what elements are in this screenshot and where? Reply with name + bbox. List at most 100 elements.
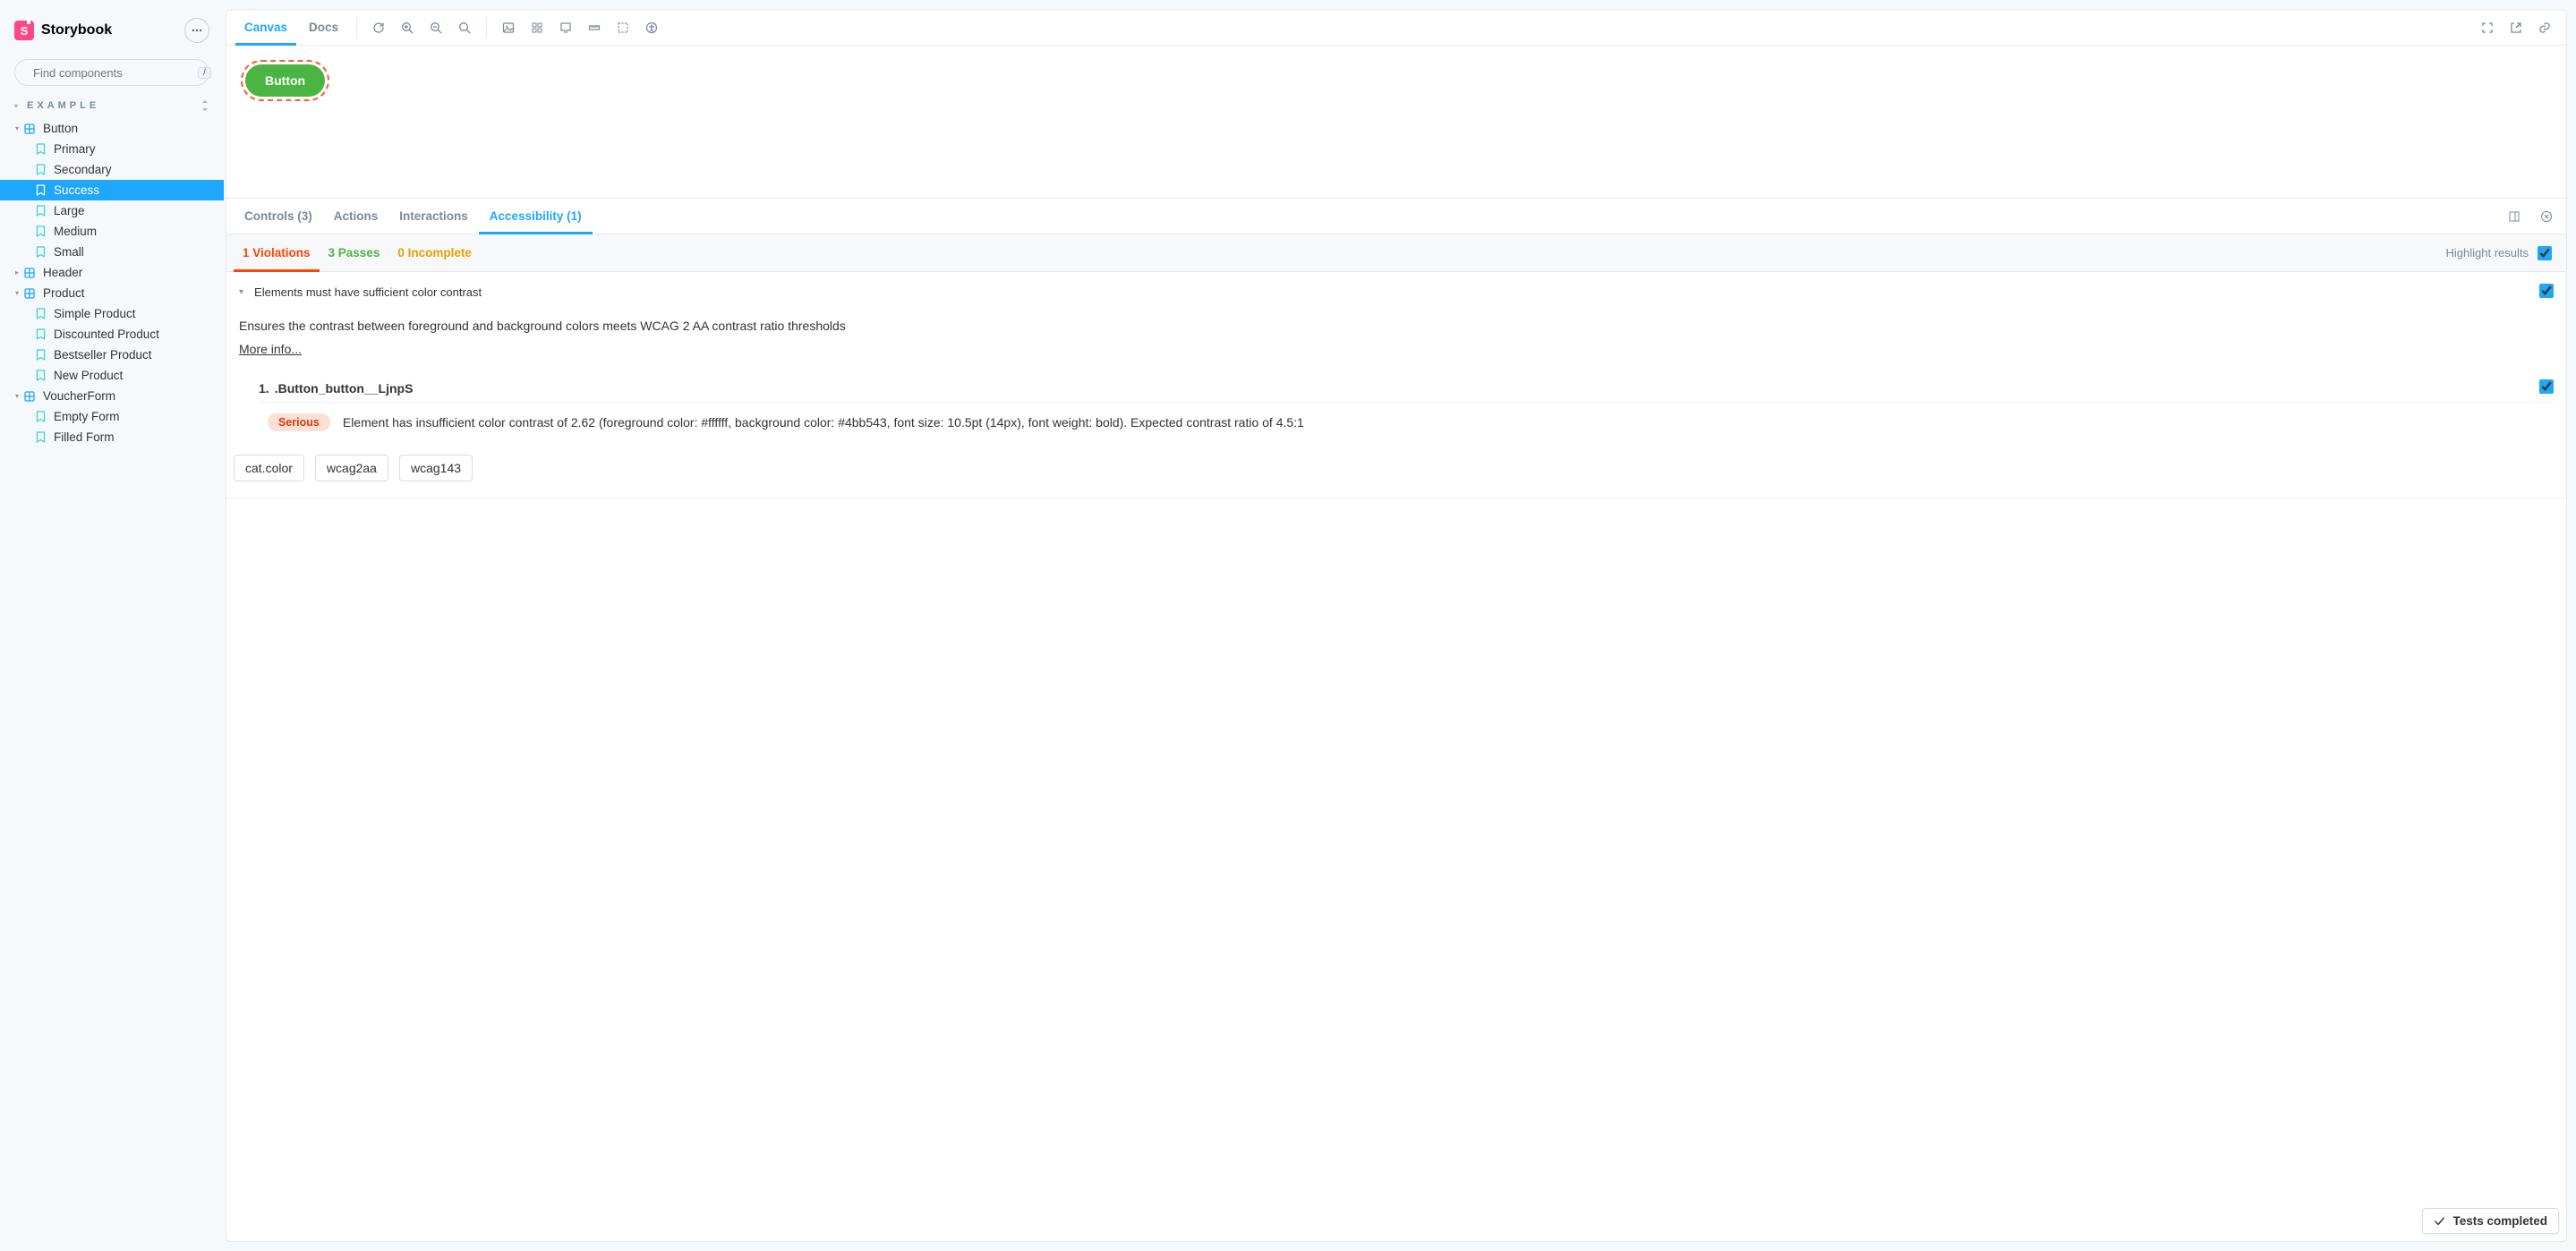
- story-simple-product[interactable]: Simple Product: [0, 303, 224, 324]
- highlight-results-label: Highlight results: [2446, 246, 2529, 260]
- expand-collapse-icon[interactable]: [200, 100, 209, 111]
- remount-button[interactable]: [366, 15, 391, 40]
- fullscreen-icon: [2481, 21, 2494, 34]
- story-large[interactable]: Large: [0, 200, 224, 221]
- zoom-in-button[interactable]: [395, 15, 420, 40]
- tab-docs[interactable]: Docs: [300, 10, 347, 46]
- a11y-node-header[interactable]: 1. .Button_button__LjnpS: [259, 374, 2554, 403]
- search-field[interactable]: /: [14, 59, 209, 86]
- brand-header: S Storybook: [0, 18, 224, 59]
- sidebar: S Storybook / ▾ EXAMPLE ▾ButtonPrimar: [0, 0, 224, 1251]
- viewport-button[interactable]: [553, 15, 578, 40]
- refresh-icon: [372, 21, 385, 34]
- a11y-tag: cat.color: [234, 455, 304, 481]
- story-medium[interactable]: Medium: [0, 221, 224, 242]
- component-icon: [23, 390, 36, 403]
- viewport-icon: [559, 21, 572, 34]
- addon-tab-controls[interactable]: Controls (3): [234, 199, 323, 234]
- story-success[interactable]: Success: [0, 180, 224, 200]
- zoom-reset-button[interactable]: [452, 15, 477, 40]
- open-new-tab-button[interactable]: [2503, 15, 2529, 40]
- a11y-node-selector: .Button_button__LjnpS: [275, 381, 414, 396]
- story-icon: [34, 246, 47, 259]
- brand-name: Storybook: [41, 22, 112, 38]
- addon-tabs: Controls (3) Actions Interactions Access…: [226, 199, 2566, 234]
- addon-panel-position-button[interactable]: [2502, 204, 2527, 229]
- measure-button[interactable]: [582, 15, 607, 40]
- chevron-down-icon: ▾: [239, 287, 243, 297]
- a11y-subtabs: 1 Violations 3 Passes 0 Incomplete Highl…: [226, 234, 2566, 272]
- section-header-example[interactable]: ▾ EXAMPLE: [0, 98, 224, 113]
- image-icon: [502, 21, 515, 34]
- a11y-more-info-link[interactable]: More info...: [239, 342, 302, 356]
- addon-tab-interactions[interactable]: Interactions: [388, 199, 479, 234]
- story-icon: [34, 349, 47, 362]
- sidebar-menu-button[interactable]: [184, 18, 209, 43]
- accessibility-vision-button[interactable]: [639, 15, 664, 40]
- story-secondary[interactable]: Secondary: [0, 159, 224, 180]
- search-shortcut: /: [198, 67, 211, 79]
- story-small[interactable]: Small: [0, 242, 224, 262]
- story-icon: [34, 411, 47, 423]
- link-icon: [2538, 21, 2551, 34]
- story-primary[interactable]: Primary: [0, 139, 224, 159]
- copy-link-button[interactable]: [2532, 15, 2557, 40]
- component-icon: [23, 287, 36, 300]
- highlight-results-checkbox[interactable]: [2538, 246, 2552, 260]
- component-header[interactable]: ▸Header: [0, 262, 224, 283]
- preview-panel: Canvas Docs B: [226, 9, 2567, 1242]
- addon-tab-actions[interactable]: Actions: [323, 199, 389, 234]
- story-icon: [34, 431, 47, 444]
- component-icon: [23, 267, 36, 279]
- story-filled-form[interactable]: Filled Form: [0, 427, 224, 447]
- main: Canvas Docs B: [224, 0, 2576, 1251]
- check-icon: [2434, 1215, 2445, 1227]
- panel-position-icon: [2508, 210, 2521, 223]
- a11y-tab-passes[interactable]: 3 Passes: [320, 234, 389, 272]
- a11y-tab-violations[interactable]: 1 Violations: [234, 234, 320, 272]
- close-icon: [2540, 210, 2553, 223]
- tab-canvas[interactable]: Canvas: [235, 10, 296, 46]
- zoom-out-button[interactable]: [423, 15, 448, 40]
- a11y-tag: wcag2aa: [315, 455, 388, 481]
- preview-toolbar: Canvas Docs: [226, 10, 2566, 46]
- a11y-rule-header[interactable]: ▾ Elements must have sufficient color co…: [226, 272, 2566, 311]
- external-link-icon: [2510, 21, 2522, 34]
- story-icon: [34, 226, 47, 238]
- component-product[interactable]: ▾Product: [0, 283, 224, 303]
- component-icon: [23, 123, 36, 135]
- grid-button[interactable]: [525, 15, 550, 40]
- a11y-node-message: Element has insufficient color contrast …: [343, 413, 1304, 431]
- story-bestseller-product[interactable]: Bestseller Product: [0, 345, 224, 365]
- fullscreen-button[interactable]: [2475, 15, 2500, 40]
- story-new-product[interactable]: New Product: [0, 365, 224, 386]
- search-input[interactable]: [33, 66, 191, 80]
- story-button-success[interactable]: Button: [245, 64, 325, 97]
- a11y-node-index: 1.: [259, 381, 269, 396]
- story-icon: [34, 370, 47, 382]
- addon-tab-accessibility[interactable]: Accessibility (1): [479, 199, 593, 234]
- component-tree: ▾ButtonPrimarySecondarySuccessLargeMediu…: [0, 113, 224, 447]
- story-icon: [34, 143, 47, 156]
- a11y-tags: cat.colorwcag2aawcag143: [234, 455, 2554, 481]
- component-button[interactable]: ▾Button: [0, 118, 224, 139]
- ellipsis-icon: [191, 24, 203, 37]
- a11y-node-checkbox[interactable]: [2539, 379, 2554, 394]
- story-icon: [34, 205, 47, 217]
- story-empty-form[interactable]: Empty Form: [0, 406, 224, 427]
- outline-icon: [617, 21, 629, 34]
- a11y-rule-description: Ensures the contrast between foreground …: [239, 319, 2554, 333]
- brand[interactable]: S Storybook: [14, 21, 112, 40]
- grid-icon: [531, 21, 543, 34]
- story-discounted-product[interactable]: Discounted Product: [0, 324, 224, 345]
- accessibility-icon: [645, 21, 658, 34]
- section-title: EXAMPLE: [27, 100, 99, 111]
- background-button[interactable]: [496, 15, 521, 40]
- addon-panel-close-button[interactable]: [2534, 204, 2559, 229]
- status-tests-completed[interactable]: Tests completed: [2422, 1208, 2559, 1234]
- component-voucherform[interactable]: ▾VoucherForm: [0, 386, 224, 406]
- outline-button[interactable]: [610, 15, 635, 40]
- a11y-tab-incomplete[interactable]: 0 Incomplete: [388, 234, 481, 272]
- zoom-out-icon: [430, 21, 442, 34]
- a11y-rule-checkbox[interactable]: [2539, 284, 2554, 298]
